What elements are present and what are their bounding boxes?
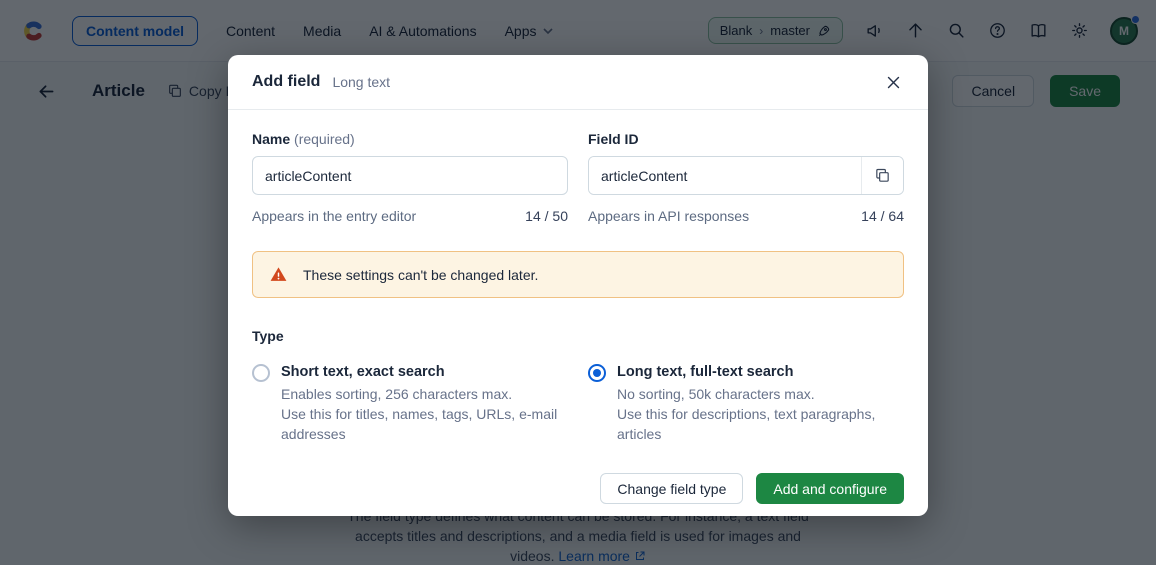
add-field-modal: Add field Long text Name (required) Appe…: [228, 55, 928, 516]
field-id-char-counter: 14 / 64: [861, 208, 904, 224]
name-input[interactable]: [252, 156, 568, 195]
warning-triangle-icon: [269, 265, 288, 284]
name-helper-row: Appears in the entry editor 14 / 50: [252, 208, 568, 224]
change-field-type-button[interactable]: Change field type: [600, 473, 743, 504]
modal-body: Name (required) Appears in the entry edi…: [228, 110, 928, 516]
modal-subtitle: Long text: [332, 74, 390, 90]
name-label: Name (required): [252, 131, 568, 147]
add-and-configure-button[interactable]: Add and configure: [756, 473, 904, 504]
radio-unselected-icon[interactable]: [252, 364, 270, 382]
option-desc-line2: Use this for titles, names, tags, URLs, …: [281, 404, 568, 444]
option-desc-line1: Enables sorting, 256 characters max.: [281, 384, 568, 404]
option-title: Short text, exact search: [281, 363, 568, 382]
option-long-text[interactable]: Long text, full-text search No sorting, …: [588, 363, 904, 444]
radio-selected-icon[interactable]: [588, 364, 606, 382]
field-id-input-group: [588, 156, 904, 195]
type-options: Short text, exact search Enables sorting…: [252, 363, 904, 444]
option-desc-line1: No sorting, 50k characters max.: [617, 384, 904, 404]
option-desc: No sorting, 50k characters max. Use this…: [617, 384, 904, 444]
modal-header: Add field Long text: [228, 55, 928, 110]
name-id-grid: Name (required) Appears in the entry edi…: [252, 131, 904, 224]
settings-warning-banner: These settings can't be changed later.: [252, 251, 904, 298]
name-label-text: Name: [252, 131, 290, 147]
option-long-text-content: Long text, full-text search No sorting, …: [617, 363, 904, 444]
close-icon[interactable]: [882, 71, 904, 93]
field-id-group: Field ID Appears in API responses 14 / 6…: [588, 131, 904, 224]
type-section-label: Type: [252, 328, 904, 344]
name-field-group: Name (required) Appears in the entry edi…: [252, 131, 568, 224]
field-id-helper-row: Appears in API responses 14 / 64: [588, 208, 904, 224]
copy-icon: [874, 167, 891, 184]
copy-field-id-button[interactable]: [861, 157, 903, 194]
name-helper-text: Appears in the entry editor: [252, 208, 416, 224]
field-id-label: Field ID: [588, 131, 904, 147]
required-hint: (required): [294, 131, 355, 147]
field-id-input[interactable]: [589, 157, 861, 194]
modal-footer: Change field type Add and configure: [252, 473, 904, 504]
option-short-text-content: Short text, exact search Enables sorting…: [281, 363, 568, 444]
option-desc-line2: Use this for descriptions, text paragrap…: [617, 404, 904, 444]
option-short-text[interactable]: Short text, exact search Enables sorting…: [252, 363, 568, 444]
modal-title: Add field: [252, 73, 320, 91]
field-id-helper-text: Appears in API responses: [588, 208, 749, 224]
option-desc: Enables sorting, 256 characters max. Use…: [281, 384, 568, 444]
option-title: Long text, full-text search: [617, 363, 904, 382]
name-char-counter: 14 / 50: [525, 208, 568, 224]
app-root: Content model Content Media AI & Automat…: [0, 0, 1156, 565]
warning-text: These settings can't be changed later.: [303, 267, 538, 283]
